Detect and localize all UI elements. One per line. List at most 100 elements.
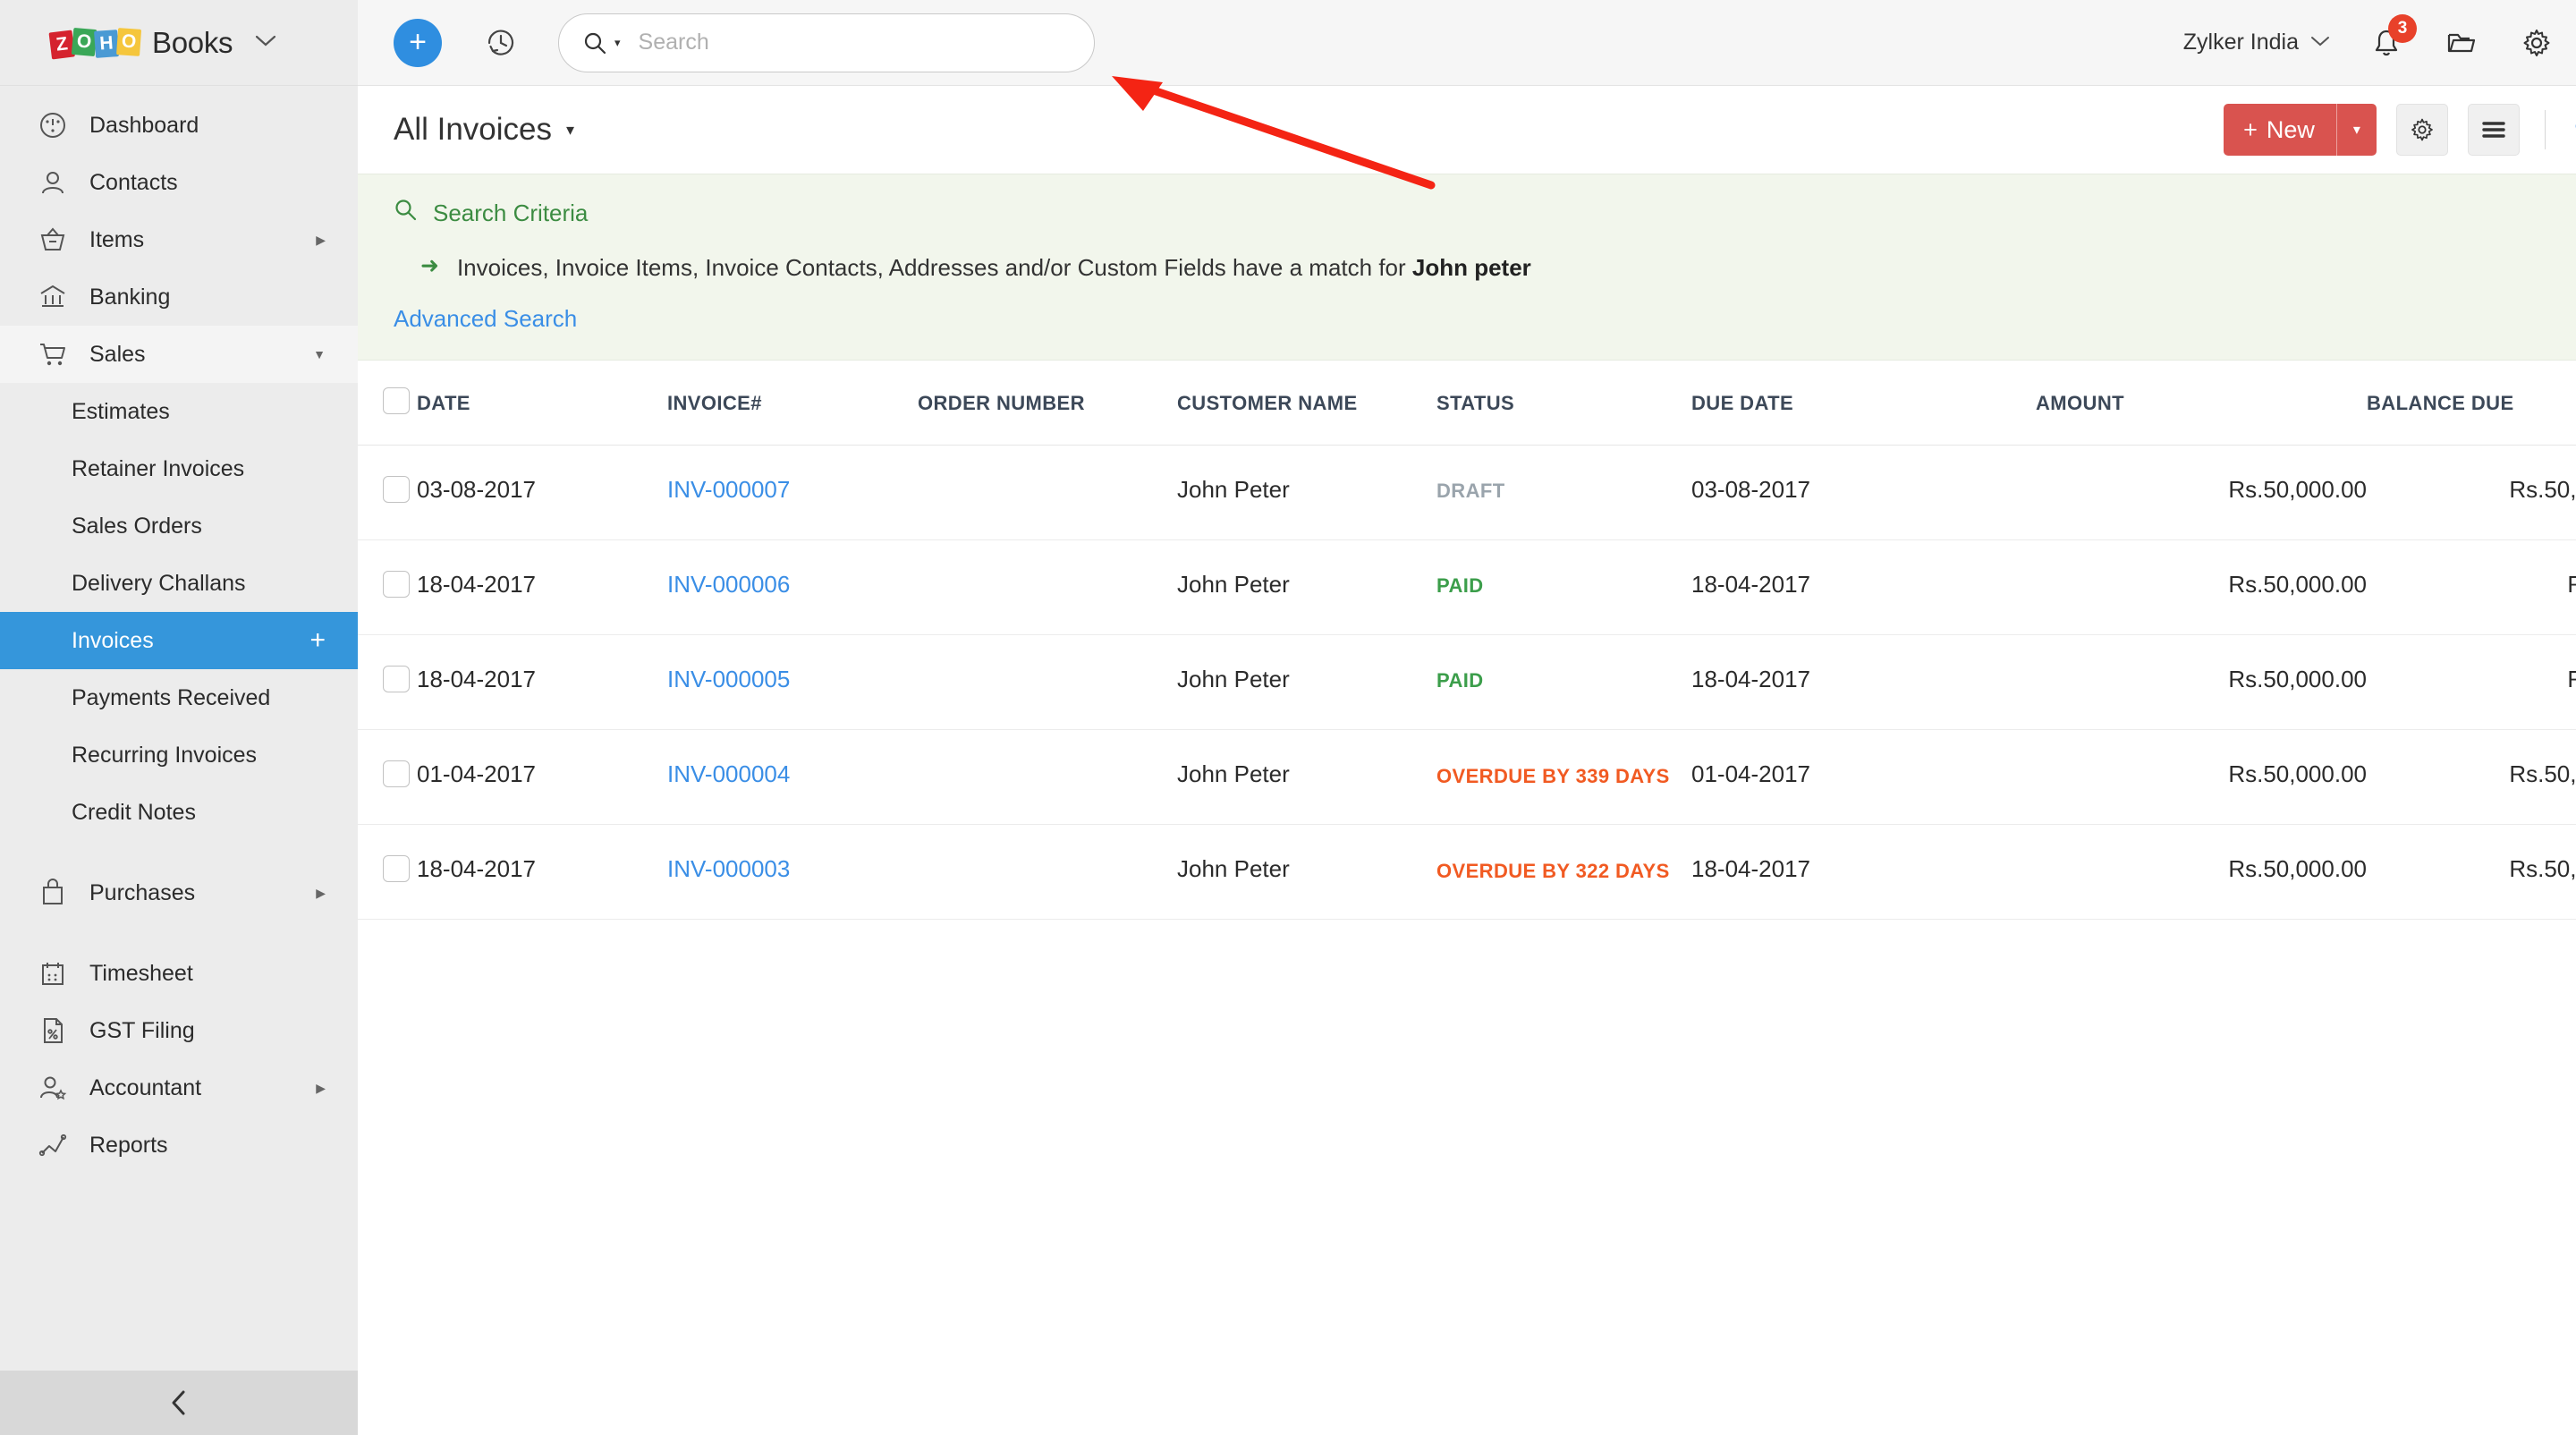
invoice-link[interactable]: INV-000007	[667, 476, 790, 503]
table-row[interactable]: 18-04-2017INV-000006John PeterPAID18-04-…	[358, 540, 2576, 635]
page-title-text: All Invoices	[394, 112, 552, 148]
sidebar-item-recurring-invoices[interactable]: Recurring Invoices	[0, 726, 358, 784]
chevron-down-icon[interactable]	[254, 33, 277, 52]
cell-customer-name: John Peter	[1177, 540, 1436, 635]
add-invoice-icon[interactable]: +	[309, 627, 326, 654]
logo-letter-z: Z	[49, 30, 75, 59]
sidebar-item-accountant[interactable]: Accountant ▶	[0, 1059, 358, 1117]
table-row[interactable]: 18-04-2017INV-000005John PeterPAID18-04-…	[358, 635, 2576, 730]
sidebar-item-sales-orders[interactable]: Sales Orders	[0, 497, 358, 555]
zoho-logo-icon: Z O H O	[50, 24, 140, 62]
chevron-right-icon: ▶	[316, 1082, 326, 1094]
sidebar-subitem-label: Invoices	[72, 628, 154, 654]
chevron-down-icon[interactable]: ▾	[566, 121, 574, 140]
page-title[interactable]: All Invoices ▾	[394, 112, 574, 148]
row-checkbox[interactable]	[383, 571, 410, 598]
recent-history-icon[interactable]	[478, 20, 524, 66]
invoice-link[interactable]: INV-000006	[667, 571, 790, 598]
table-row[interactable]: 03-08-2017INV-000007John PeterDRAFT03-08…	[358, 446, 2576, 540]
page-header-actions: + New ▾ Page Tips	[2224, 104, 2576, 156]
invoice-link[interactable]: INV-000005	[667, 666, 790, 692]
sidebar-item-label: Dashboard	[89, 113, 326, 139]
new-button-main[interactable]: + New	[2224, 104, 2337, 156]
arrow-right-icon: ➜	[420, 254, 439, 279]
table-header: DATE INVOICE# ORDER NUMBER CUSTOMER NAME…	[358, 361, 2576, 446]
sidebar-item-gst-filing[interactable]: GST Filing	[0, 1002, 358, 1059]
settings-button[interactable]	[2517, 23, 2556, 63]
sidebar-item-retainer-invoices[interactable]: Retainer Invoices	[0, 440, 358, 497]
column-header-due-date[interactable]: DUE DATE	[1691, 361, 2036, 446]
advanced-search-link[interactable]: Advanced Search	[394, 305, 577, 333]
sidebar-item-credit-notes[interactable]: Credit Notes	[0, 784, 358, 841]
table-row[interactable]: 01-04-2017INV-000004John PeterOVERDUE BY…	[358, 730, 2576, 825]
sidebar-item-label: GST Filing	[89, 1018, 326, 1044]
cell-customer-name: John Peter	[1177, 446, 1436, 540]
cell-date: 18-04-2017	[417, 540, 667, 635]
page-tips-link[interactable]: Page Tips	[2571, 115, 2576, 145]
sidebar-item-purchases[interactable]: Purchases ▶	[0, 864, 358, 921]
chevron-down-icon	[2309, 35, 2331, 50]
invoices-table-container: DATE INVOICE# ORDER NUMBER CUSTOMER NAME…	[358, 361, 2576, 1435]
column-header-balance-due[interactable]: BALANCE DUE	[2367, 361, 2576, 446]
sidebar-item-label: Purchases	[89, 880, 316, 906]
cell-invoice: INV-000007	[667, 446, 918, 540]
page-header: All Invoices ▾ + New ▾	[358, 86, 2576, 174]
search-icon	[394, 198, 419, 229]
notifications-button[interactable]: 3	[2367, 23, 2406, 63]
column-header-date[interactable]: DATE	[417, 361, 667, 446]
sidebar: Z O H O Books Dashboard	[0, 0, 358, 1435]
sidebar-nav: Dashboard Contacts Items ▶	[0, 86, 358, 1371]
documents-button[interactable]	[2442, 23, 2481, 63]
status-badge: DRAFT	[1436, 480, 1505, 502]
cell-order-number	[918, 446, 1177, 540]
sidebar-item-banking[interactable]: Banking	[0, 268, 358, 326]
sidebar-item-contacts[interactable]: Contacts	[0, 154, 358, 211]
select-all-checkbox[interactable]	[383, 387, 410, 414]
column-header-order-number[interactable]: ORDER NUMBER	[918, 361, 1177, 446]
sidebar-item-estimates[interactable]: Estimates	[0, 383, 358, 440]
sidebar-item-sales[interactable]: Sales ▼	[0, 326, 358, 383]
column-header-invoice[interactable]: INVOICE#	[667, 361, 918, 446]
global-search-box[interactable]: ▾	[558, 13, 1095, 72]
brand-logo[interactable]: Z O H O Books	[0, 0, 358, 86]
sidebar-subitem-label: Delivery Challans	[72, 571, 246, 597]
invoice-link[interactable]: INV-000004	[667, 760, 790, 787]
new-button-dropdown-caret[interactable]: ▾	[2337, 104, 2377, 156]
invoice-link[interactable]: INV-000003	[667, 855, 790, 882]
row-checkbox[interactable]	[383, 855, 410, 882]
search-criteria-text: Invoices, Invoice Items, Invoice Contact…	[457, 254, 1531, 282]
row-checkbox[interactable]	[383, 666, 410, 692]
cell-status: OVERDUE BY 322 DAYS	[1436, 825, 1691, 920]
search-criteria-heading: Search Criteria	[394, 198, 2576, 229]
new-invoice-button[interactable]: + New ▾	[2224, 104, 2377, 156]
plus-icon: +	[2243, 116, 2258, 144]
sidebar-item-dashboard[interactable]: Dashboard	[0, 97, 358, 154]
column-header-customer-name[interactable]: CUSTOMER NAME	[1177, 361, 1436, 446]
row-checkbox[interactable]	[383, 760, 410, 787]
sidebar-collapse-button[interactable]	[0, 1371, 358, 1435]
sidebar-item-invoices[interactable]: Invoices +	[0, 612, 358, 669]
status-badge: PAID	[1436, 669, 1484, 692]
organization-switcher[interactable]: Zylker India	[2183, 30, 2331, 55]
row-checkbox[interactable]	[383, 476, 410, 503]
quick-create-button[interactable]: +	[394, 19, 442, 67]
new-button-label: New	[2267, 116, 2315, 144]
cell-amount: Rs.50,000.00	[2036, 540, 2367, 635]
sidebar-item-reports[interactable]: Reports	[0, 1117, 358, 1174]
search-input[interactable]	[639, 30, 1071, 55]
sidebar-subitem-label: Retainer Invoices	[72, 456, 244, 482]
column-header-amount[interactable]: AMOUNT	[2036, 361, 2367, 446]
cell-invoice: INV-000003	[667, 825, 918, 920]
sidebar-item-payments-received[interactable]: Payments Received	[0, 669, 358, 726]
table-row[interactable]: 18-04-2017INV-000003John PeterOVERDUE BY…	[358, 825, 2576, 920]
search-scope-caret-icon[interactable]: ▾	[614, 36, 621, 50]
sidebar-item-items[interactable]: Items ▶	[0, 211, 358, 268]
sidebar-spacer	[0, 841, 358, 864]
cell-status: PAID	[1436, 635, 1691, 730]
sidebar-item-timesheet[interactable]: Timesheet	[0, 945, 358, 1002]
cell-balance-due: Rs.0.00	[2367, 635, 2576, 730]
list-settings-button[interactable]	[2396, 104, 2448, 156]
column-header-status[interactable]: STATUS	[1436, 361, 1691, 446]
list-view-menu-button[interactable]	[2468, 104, 2520, 156]
sidebar-item-delivery-challans[interactable]: Delivery Challans	[0, 555, 358, 612]
